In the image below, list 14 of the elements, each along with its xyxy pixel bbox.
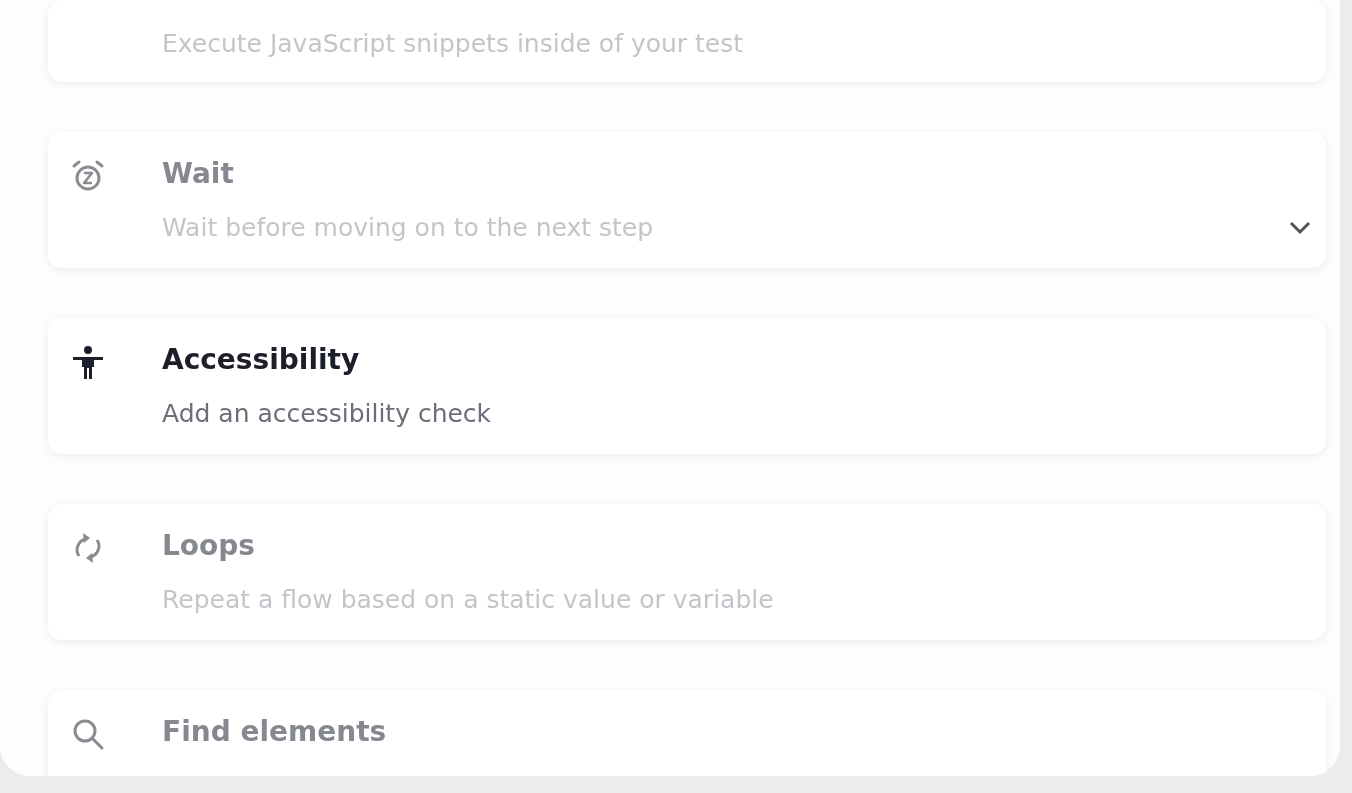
step-description: Add an accessibility check — [162, 398, 493, 430]
chevron-down-icon[interactable] — [1288, 220, 1312, 236]
step-title: Loops — [162, 528, 257, 564]
step-title: Accessibility — [162, 342, 361, 378]
step-card[interactable]: Find elements — [48, 690, 1326, 776]
step-title: Wait — [162, 156, 235, 192]
step-description: Wait before moving on to the next step — [162, 212, 655, 244]
step-card[interactable]: Loops Repeat a flow based on a static value or variable — [48, 504, 1326, 640]
step-card[interactable]: Wait Wait before moving on to the next step — [48, 132, 1326, 268]
accessibility-icon — [70, 344, 106, 380]
step-description: Repeat a flow based on a static value or variable — [162, 584, 775, 616]
step-card[interactable]: Accessibility Add an accessibility check — [48, 318, 1326, 454]
step-title: Find elements — [162, 714, 388, 750]
step-description: Execute JavaScript snippets inside of your test — [162, 28, 745, 60]
